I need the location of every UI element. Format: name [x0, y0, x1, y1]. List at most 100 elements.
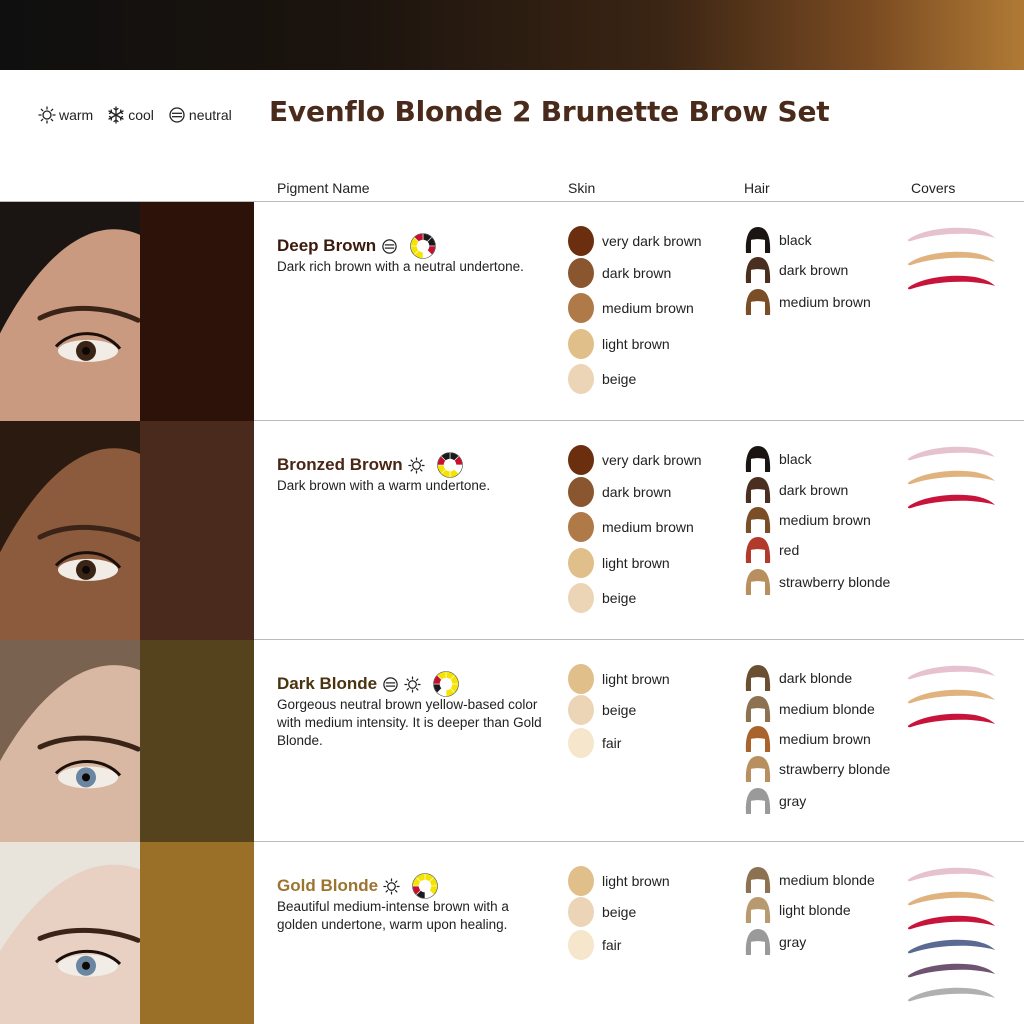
brow-cover-swatch: [907, 227, 995, 242]
skin-tone-dot: [568, 583, 594, 613]
brow-cover-swatch: [907, 470, 995, 485]
hair-color-item: gray: [744, 786, 806, 816]
skin-tone-dot: [568, 258, 594, 288]
hair-color-label: medium blonde: [779, 701, 875, 717]
hair-color-label: medium brown: [779, 294, 871, 310]
skin-tone-dot: [568, 930, 594, 960]
brow-cover-swatch: [907, 689, 995, 704]
skin-tone-dot: [568, 293, 594, 323]
brow-cover-swatch: [907, 891, 995, 906]
hair-color-label: dark brown: [779, 262, 849, 278]
skin-tone-item: very dark brown: [568, 445, 702, 475]
skin-tone-dot: [568, 728, 594, 758]
hair-swatch-icon: [745, 929, 771, 957]
skin-tone-item: medium brown: [568, 512, 694, 542]
pigment-description: Dark rich brown with a neutral undertone…: [277, 259, 524, 274]
skin-tone-item: light brown: [568, 866, 670, 896]
hair-swatch-icon: [745, 477, 771, 505]
neutral-circle-icon: [382, 238, 397, 254]
skin-tone-item: medium brown: [568, 293, 694, 323]
hair-color-item: dark brown: [744, 475, 848, 505]
skin-tone-dot: [568, 695, 594, 725]
brow-cover-swatch: [907, 275, 995, 290]
brow-cover-swatch: [907, 915, 995, 930]
pigment-description: Beautiful medium-intense brown with a go…: [277, 899, 509, 932]
pigment-color-swatch: [140, 640, 254, 842]
header-skin: Skin: [568, 180, 596, 196]
skin-tone-label: very dark brown: [602, 452, 702, 468]
skin-tone-label: very dark brown: [602, 233, 702, 249]
hair-swatch-icon: [745, 289, 771, 317]
skin-tone-item: dark brown: [568, 258, 671, 288]
legend-cool: cool: [107, 106, 154, 124]
hair-color-label: black: [779, 232, 812, 248]
skin-tone-label: light brown: [602, 555, 670, 571]
pigment-row: Dark Blonde Gorgeous neutral brown yellow…: [0, 640, 1024, 842]
neutral-circle-icon: [383, 676, 398, 692]
skin-tone-item: beige: [568, 897, 636, 927]
skin-tone-label: dark brown: [602, 265, 672, 281]
page-title: Evenflo Blonde 2 Brunette Brow Set: [269, 95, 830, 128]
pigment-name: Bronzed Brown: [277, 451, 464, 479]
color-wheel-icon: [436, 452, 463, 478]
skin-tone-label: fair: [602, 735, 622, 751]
pigment-name-label: Gold Blonde: [277, 876, 379, 895]
pigment-name: Deep Brown: [277, 232, 437, 260]
hair-swatch-icon: [745, 257, 771, 285]
skin-tone-label: light brown: [602, 873, 670, 889]
model-photo: [0, 842, 140, 1024]
model-photo: [0, 640, 140, 842]
hair-swatch-icon: [745, 788, 771, 816]
skin-tone-item: light brown: [568, 664, 670, 694]
pigment-description: Gorgeous neutral brown yellow-based colo…: [277, 697, 542, 748]
pigment-color-swatch: [140, 842, 254, 1024]
hair-color-label: red: [779, 542, 800, 558]
hair-swatch-icon: [745, 446, 771, 474]
hair-swatch-icon: [745, 867, 771, 895]
color-wheel: [436, 451, 464, 479]
hair-color-item: black: [744, 225, 812, 255]
undertone-legend: warm cool neutral: [38, 106, 232, 124]
skin-tone-label: light brown: [602, 671, 670, 687]
hair-color-label: medium blonde: [779, 872, 875, 888]
hair-color-label: strawberry blonde: [779, 761, 891, 777]
hair-color-item: medium brown: [744, 505, 871, 535]
skin-tone-label: dark brown: [602, 484, 672, 500]
hair-color-item: dark blonde: [744, 663, 852, 693]
hair-color-label: black: [779, 451, 812, 467]
sun-icon: [404, 675, 421, 693]
legend-warm-label: warm: [59, 107, 94, 123]
hair-color-item: medium brown: [744, 724, 871, 754]
hair-color-label: light blonde: [779, 902, 851, 918]
snowflake-icon: [108, 106, 124, 124]
pigment-color-swatch: [140, 421, 254, 640]
model-eye-photo: [0, 842, 140, 1024]
hair-swatch-icon: [745, 756, 771, 784]
legend-neutral: neutral: [168, 106, 232, 124]
legend-cool-label: cool: [128, 107, 154, 123]
column-headers: Pigment Name Skin Hair Covers: [0, 180, 1024, 200]
skin-tone-item: beige: [568, 364, 636, 394]
hair-swatch-icon: [745, 537, 771, 565]
hair-color-item: red: [744, 535, 799, 565]
skin-tone-dot: [568, 226, 594, 256]
header-pigment-name: Pigment Name: [277, 180, 370, 196]
hair-color-item: medium blonde: [744, 865, 875, 895]
legend-neutral-label: neutral: [188, 107, 232, 123]
skin-tone-item: dark brown: [568, 477, 671, 507]
skin-tone-item: fair: [568, 930, 621, 960]
hair-swatch-icon: [745, 665, 771, 693]
hair-color-label: dark blonde: [779, 670, 853, 686]
skin-tone-item: light brown: [568, 548, 670, 578]
pigment-row: Deep Brown Dark rich brown with a neutral…: [0, 202, 1024, 421]
skin-tone-item: beige: [568, 695, 636, 725]
hair-color-label: dark brown: [779, 482, 849, 498]
skin-tone-label: beige: [602, 904, 637, 920]
header-covers: Covers: [911, 180, 956, 196]
color-wheel-icon: [410, 233, 436, 259]
hair-color-item: strawberry blonde: [744, 567, 890, 597]
neutral-circle-icon: [169, 107, 185, 123]
hair-swatch-icon: [745, 227, 771, 255]
pigment-name-label: Dark Blonde: [277, 674, 378, 693]
hair-color-item: medium blonde: [744, 694, 875, 724]
